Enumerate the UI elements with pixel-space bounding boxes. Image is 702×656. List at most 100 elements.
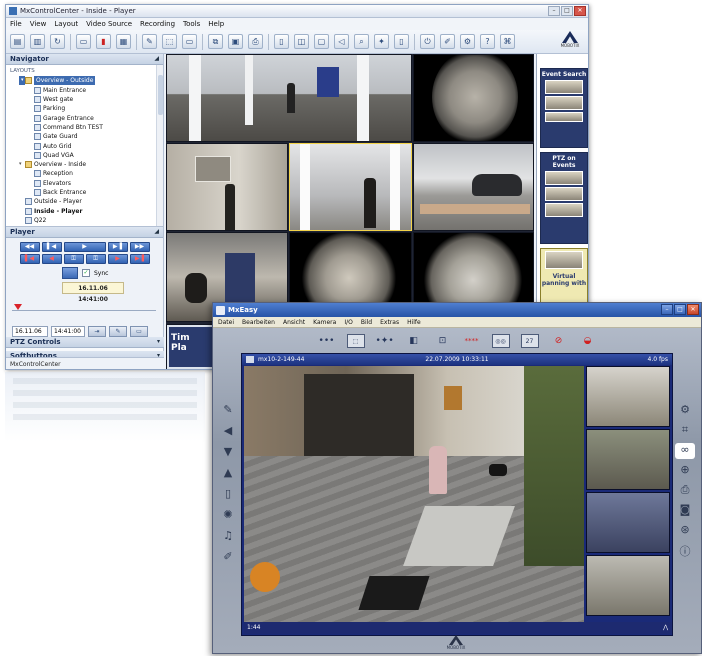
menu-datei[interactable]: Datei (218, 319, 234, 326)
split-icon[interactable]: ◫ (294, 34, 309, 49)
virtual-panning-card[interactable]: Virtual panning with (540, 248, 588, 304)
save-layout-icon[interactable]: ▤ (10, 34, 25, 49)
navigator-header[interactable]: Navigator ◢ (6, 54, 163, 65)
key-back-button[interactable]: ⚿ (63, 254, 84, 264)
maximize-button[interactable]: □ (674, 304, 686, 315)
ptz-events-card[interactable]: PTZ on Events (540, 152, 588, 244)
info-icon[interactable]: ⓘ (675, 543, 695, 559)
link-icon[interactable]: ∞ (675, 443, 695, 459)
lifebuoy-icon[interactable]: ⊛ (675, 523, 695, 539)
menu-video-source[interactable]: Video Source (86, 20, 132, 28)
password-icon[interactable]: **** (463, 334, 481, 348)
pin-icon[interactable]: ◢ (154, 54, 159, 64)
event-search-card[interactable]: Event Search (540, 68, 588, 148)
date-field[interactable]: 16.11.06 (12, 326, 48, 337)
camera-view-fisheye-top[interactable] (413, 54, 534, 142)
player-timeline[interactable] (12, 310, 156, 311)
no-alarm-icon[interactable]: ⊘ (550, 334, 568, 348)
play-button[interactable]: ▶ (63, 242, 106, 252)
menu-extras[interactable]: Extras (380, 319, 399, 326)
thumbnail-3[interactable] (586, 492, 670, 553)
tree-item[interactable]: Reception (6, 169, 163, 178)
menu-kamera[interactable]: Kamera (313, 319, 336, 326)
camera-list-icon[interactable]: ▭ (76, 34, 91, 49)
tree-item[interactable]: Quad VGA (6, 151, 163, 160)
time-field[interactable]: 14:41:00 (51, 326, 85, 337)
minimize-button[interactable]: – (661, 304, 673, 315)
tree-item[interactable]: Q22 (6, 216, 163, 225)
target-icon[interactable]: ⊕ (675, 463, 695, 479)
event-icon[interactable]: ▣ (228, 34, 243, 49)
menu-bearbeiten[interactable]: Bearbeiten (242, 319, 275, 326)
monitor-icon[interactable]: ▭ (182, 34, 197, 49)
ptz-controls-header[interactable]: PTZ Controls ▾ (6, 337, 164, 348)
tree-item[interactable]: Parking (6, 104, 163, 113)
bell-icon[interactable]: ♫ (220, 529, 236, 545)
camera-view-hall-selected[interactable] (289, 143, 412, 231)
next-event-button[interactable]: ▶ (107, 254, 128, 264)
prev-event-button[interactable]: ◀ (41, 254, 62, 264)
zoom-select-icon[interactable]: ⬚ (346, 334, 365, 348)
menu-tools[interactable]: Tools (183, 20, 200, 28)
thumbnail-4[interactable] (586, 555, 670, 616)
thumbnail-1[interactable] (586, 366, 670, 427)
minimize-button[interactable]: – (548, 6, 560, 16)
export-button[interactable]: ▭ (130, 326, 148, 337)
microphone-icon[interactable]: ✎ (220, 403, 236, 419)
split-view-icon[interactable]: ◧ (405, 334, 423, 348)
close-button[interactable]: ✕ (574, 6, 586, 16)
pan-left-icon[interactable]: ••• (318, 334, 336, 348)
door-icon[interactable]: ▯ (394, 34, 409, 49)
focus-down-icon[interactable]: ▼ (220, 445, 236, 461)
camera-view-parking[interactable] (413, 143, 534, 231)
maximize-button[interactable]: □ (561, 6, 573, 16)
zoom-icon[interactable]: ⌕ (354, 34, 369, 49)
tree-item[interactable]: Garage Entrance (6, 113, 163, 122)
power-icon[interactable]: ⏻ (420, 34, 435, 49)
tree-item[interactable]: Elevators (6, 179, 163, 188)
close-button[interactable]: ✕ (687, 304, 699, 315)
grid-layout-icon[interactable]: ▦ (116, 34, 131, 49)
tree-item[interactable]: Back Entrance (6, 188, 163, 197)
camera-view-reception[interactable] (166, 143, 288, 231)
menu-bild[interactable]: Bild (361, 319, 372, 326)
record-tape-icon[interactable]: ◎◎ (491, 334, 510, 348)
tree-folder[interactable]: ▾ Overview - Inside (6, 160, 163, 169)
tree-item[interactable]: Gate Guard (6, 132, 163, 141)
tree-section-header[interactable]: LAYOUTS (6, 67, 163, 76)
camera-view-lobby[interactable] (166, 54, 412, 142)
window-icon[interactable]: ▢ (314, 34, 329, 49)
menu-hilfe[interactable]: Hilfe (407, 319, 421, 326)
tools-icon[interactable]: ✐ (440, 34, 455, 49)
goto-button[interactable]: ⇥ (88, 326, 106, 337)
camera-icon[interactable]: ◙ (675, 503, 695, 519)
multi-view-icon[interactable]: ⧉ (208, 34, 223, 49)
light-icon[interactable]: ✦ (374, 34, 389, 49)
tree-item[interactable]: Auto Grid (6, 141, 163, 150)
fullscreen-icon[interactable]: ⊡ (434, 334, 452, 348)
step-back-button[interactable]: ▌◀ (41, 242, 62, 252)
playhead-marker[interactable] (14, 304, 22, 310)
collapse-icon[interactable]: ◢ (154, 227, 159, 237)
key-forward-button[interactable]: ⚿ (85, 254, 106, 264)
settings-icon[interactable]: ⚙ (675, 403, 695, 419)
speaker-icon[interactable]: ◁ (334, 34, 349, 49)
wrench-icon[interactable]: ✐ (220, 550, 236, 566)
menu-layout[interactable]: Layout (54, 20, 78, 28)
jump-end-button[interactable]: ▶▐ (129, 254, 150, 264)
draw-icon[interactable]: ✎ (142, 34, 157, 49)
edit-button[interactable]: ✎ (109, 326, 127, 337)
rewind-fast-button[interactable]: ◀◀ (19, 242, 40, 252)
expand-icon[interactable]: ▾ (157, 337, 160, 347)
tree-item[interactable]: West gate (6, 95, 163, 104)
sync-icon[interactable] (62, 267, 78, 279)
settings-icon[interactable]: ⚙ (460, 34, 475, 49)
help-icon[interactable]: ? (480, 34, 495, 49)
print-icon[interactable]: ⎙ (248, 34, 263, 49)
main-camera-feed[interactable] (244, 366, 584, 622)
focus-up-icon[interactable]: ▲ (220, 466, 236, 482)
open-layout-icon[interactable]: ▥ (30, 34, 45, 49)
pan-right-icon[interactable]: •✦• (376, 334, 394, 348)
calendar-icon[interactable]: 27 (520, 334, 539, 348)
select-icon[interactable]: ⬚ (162, 34, 177, 49)
